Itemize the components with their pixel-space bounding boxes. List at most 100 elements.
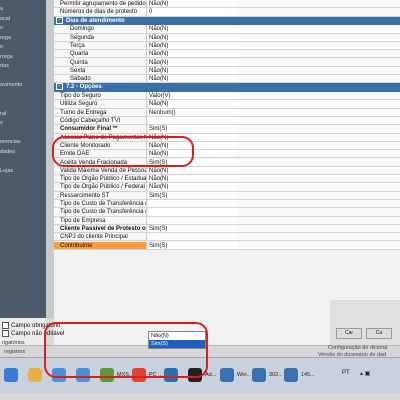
- property-row[interactable]: Tipo de Órgão Público / Estadual Não(N): [54, 175, 400, 184]
- property-row[interactable]: Utiliza Seguro Não(N): [54, 100, 400, 109]
- property-row[interactable]: Tipo de Custo de Transferência de: [54, 200, 400, 209]
- nav-item[interactable]: s: [0, 120, 3, 126]
- confirm-button[interactable]: Car: [336, 328, 362, 339]
- property-value[interactable]: Não(N): [148, 100, 239, 108]
- collapse-icon[interactable]: -: [56, 83, 63, 91]
- dropdown-option[interactable]: Não(N): [149, 332, 205, 340]
- property-value[interactable]: Sim(S): [148, 191, 239, 199]
- collapse-icon[interactable]: -: [56, 16, 63, 24]
- property-row[interactable]: Contribuinte Sim(S): [54, 241, 400, 250]
- property-row[interactable]: Terça Não(N): [54, 41, 400, 51]
- nav-item[interactable]: ocal: [0, 16, 10, 22]
- nav-item[interactable]: o: [0, 44, 3, 50]
- taskbar-item[interactable]: [4, 364, 21, 386]
- property-row[interactable]: CNPJ do cliente Principal: [54, 233, 400, 242]
- property-row[interactable]: Consumidor Final ** Sim(S): [54, 125, 400, 134]
- taskbar-item[interactable]: [164, 364, 181, 386]
- property-row[interactable]: Acessar Plano de Pagamentos Ne Não(N): [54, 133, 400, 142]
- property-value[interactable]: [148, 233, 239, 241]
- property-name: Utiliza Seguro: [54, 100, 147, 108]
- property-value[interactable]: Não(N): [148, 0, 239, 8]
- nav-item[interactable]: o: [0, 25, 3, 31]
- taskbar-item[interactable]: 302...: [252, 364, 283, 386]
- taskbar-item[interactable]: PC ...: [132, 364, 163, 386]
- language-indicator[interactable]: PT: [342, 370, 350, 376]
- taskbar-item[interactable]: 145...: [284, 364, 315, 386]
- row-filler: [238, 241, 400, 249]
- nav-item[interactable]: rega: [0, 35, 11, 41]
- property-row[interactable]: Números de dias de protesto 0: [54, 8, 400, 17]
- property-value[interactable]: Não(N): [148, 75, 239, 83]
- nav-item[interactable]: a: [0, 6, 3, 12]
- splitter[interactable]: [46, 0, 54, 318]
- property-row[interactable]: Cliente Passível de Protesto o Sim(S): [54, 224, 400, 234]
- property-row[interactable]: Segunda Não(N): [54, 33, 400, 42]
- legend-item[interactable]: Campo obrigatório: [2, 322, 92, 330]
- legend-item[interactable]: Campo não editável: [2, 330, 92, 338]
- property-value[interactable]: Não(N): [148, 66, 239, 75]
- property-value[interactable]: Não(N): [148, 58, 239, 66]
- checkbox-icon[interactable]: [2, 330, 9, 337]
- property-value[interactable]: [148, 117, 239, 125]
- property-row[interactable]: Quarta Não(N): [54, 50, 400, 59]
- property-row[interactable]: Código Cabeçalho TVI: [54, 117, 400, 126]
- checkbox-icon[interactable]: [2, 322, 9, 329]
- property-value[interactable]: Sim(S): [148, 125, 239, 133]
- section-header[interactable]: -7.2 - Opções: [54, 83, 400, 92]
- property-row[interactable]: Permitir agrupamento de pedidos Não(N): [54, 0, 400, 9]
- property-row[interactable]: Sexta Não(N): [54, 66, 400, 76]
- property-value[interactable]: Não(N): [148, 133, 239, 141]
- taskbar-item[interactable]: Ad...: [188, 364, 216, 386]
- property-value[interactable]: [148, 208, 239, 216]
- taskbar-item[interactable]: [76, 364, 93, 386]
- nav-item[interactable]: rias: [0, 63, 9, 69]
- property-row[interactable]: Valida Máxima Venda de Pessoa F Não(N): [54, 166, 400, 176]
- property-row[interactable]: Tipo de Empresa: [54, 216, 400, 225]
- property-value[interactable]: Não(N): [148, 33, 239, 41]
- cancel-button[interactable]: Ca: [366, 328, 392, 339]
- taskbar-item[interactable]: [52, 364, 69, 386]
- property-value[interactable]: Sim(S): [148, 158, 239, 166]
- property-name: Código Cabeçalho TVI: [54, 117, 147, 125]
- property-value[interactable]: Não(N): [148, 50, 239, 58]
- property-value[interactable]: Nenhum(): [148, 108, 239, 116]
- property-row[interactable]: Turno de Entrega Nenhum(): [54, 108, 400, 117]
- taskbar-item[interactable]: [28, 364, 45, 386]
- nav-item[interactable]: erencias: [0, 139, 21, 145]
- property-row[interactable]: Emite DAE Não(N): [54, 150, 400, 159]
- section-title: Dias de atendimento: [66, 17, 125, 24]
- property-value[interactable]: Não(N): [148, 41, 239, 50]
- property-value[interactable]: Sim(S): [148, 241, 239, 249]
- nav-item[interactable]: ovimento: [0, 82, 22, 88]
- contribuinte-dropdown[interactable]: Não(N) Sim(S): [148, 331, 206, 349]
- property-value[interactable]: Não(N): [148, 183, 239, 191]
- property-value[interactable]: Não(N): [148, 175, 239, 183]
- property-row[interactable]: Tipo de Custo de Transferência en: [54, 208, 400, 217]
- nav-item[interactable]: ral: [0, 111, 6, 117]
- nav-item[interactable]: rrega: [0, 54, 13, 60]
- property-value[interactable]: 0: [148, 8, 239, 16]
- section-title: 7.2 - Opções: [66, 84, 102, 91]
- taskbar-item[interactable]: Win...: [220, 364, 251, 386]
- property-row[interactable]: Quinta Não(N): [54, 58, 400, 67]
- property-row[interactable]: Sábado Não(N): [54, 75, 400, 84]
- property-value[interactable]: Não(N): [148, 150, 239, 158]
- property-row[interactable]: Tipo de Órgão Público / Federal Não(N): [54, 183, 400, 192]
- property-row[interactable]: Aceita Venda Fracionada Sim(S): [54, 158, 400, 167]
- property-row[interactable]: Cliente Monitorado Não(N): [54, 141, 400, 151]
- property-row[interactable]: Domingo Não(N): [54, 25, 400, 34]
- property-value[interactable]: Valor(V): [148, 92, 239, 100]
- property-value[interactable]: [148, 216, 239, 224]
- property-value[interactable]: Sim(S): [148, 224, 239, 233]
- property-row[interactable]: Ressarcimento ST Sim(S): [54, 191, 400, 200]
- property-value[interactable]: Não(N): [148, 141, 239, 150]
- nav-item[interactable]: dades: [0, 149, 15, 155]
- property-value[interactable]: [148, 200, 239, 208]
- property-row[interactable]: Tipo do Seguro Valor(V): [54, 92, 400, 101]
- taskbar-item[interactable]: MXS...: [100, 364, 134, 386]
- property-value[interactable]: Não(N): [148, 166, 239, 175]
- nav-item[interactable]: Lojas: [0, 168, 13, 174]
- section-header[interactable]: - Dias de atendimento: [54, 16, 400, 26]
- property-value[interactable]: Não(N): [148, 25, 239, 33]
- dropdown-option[interactable]: Sim(S): [149, 340, 205, 348]
